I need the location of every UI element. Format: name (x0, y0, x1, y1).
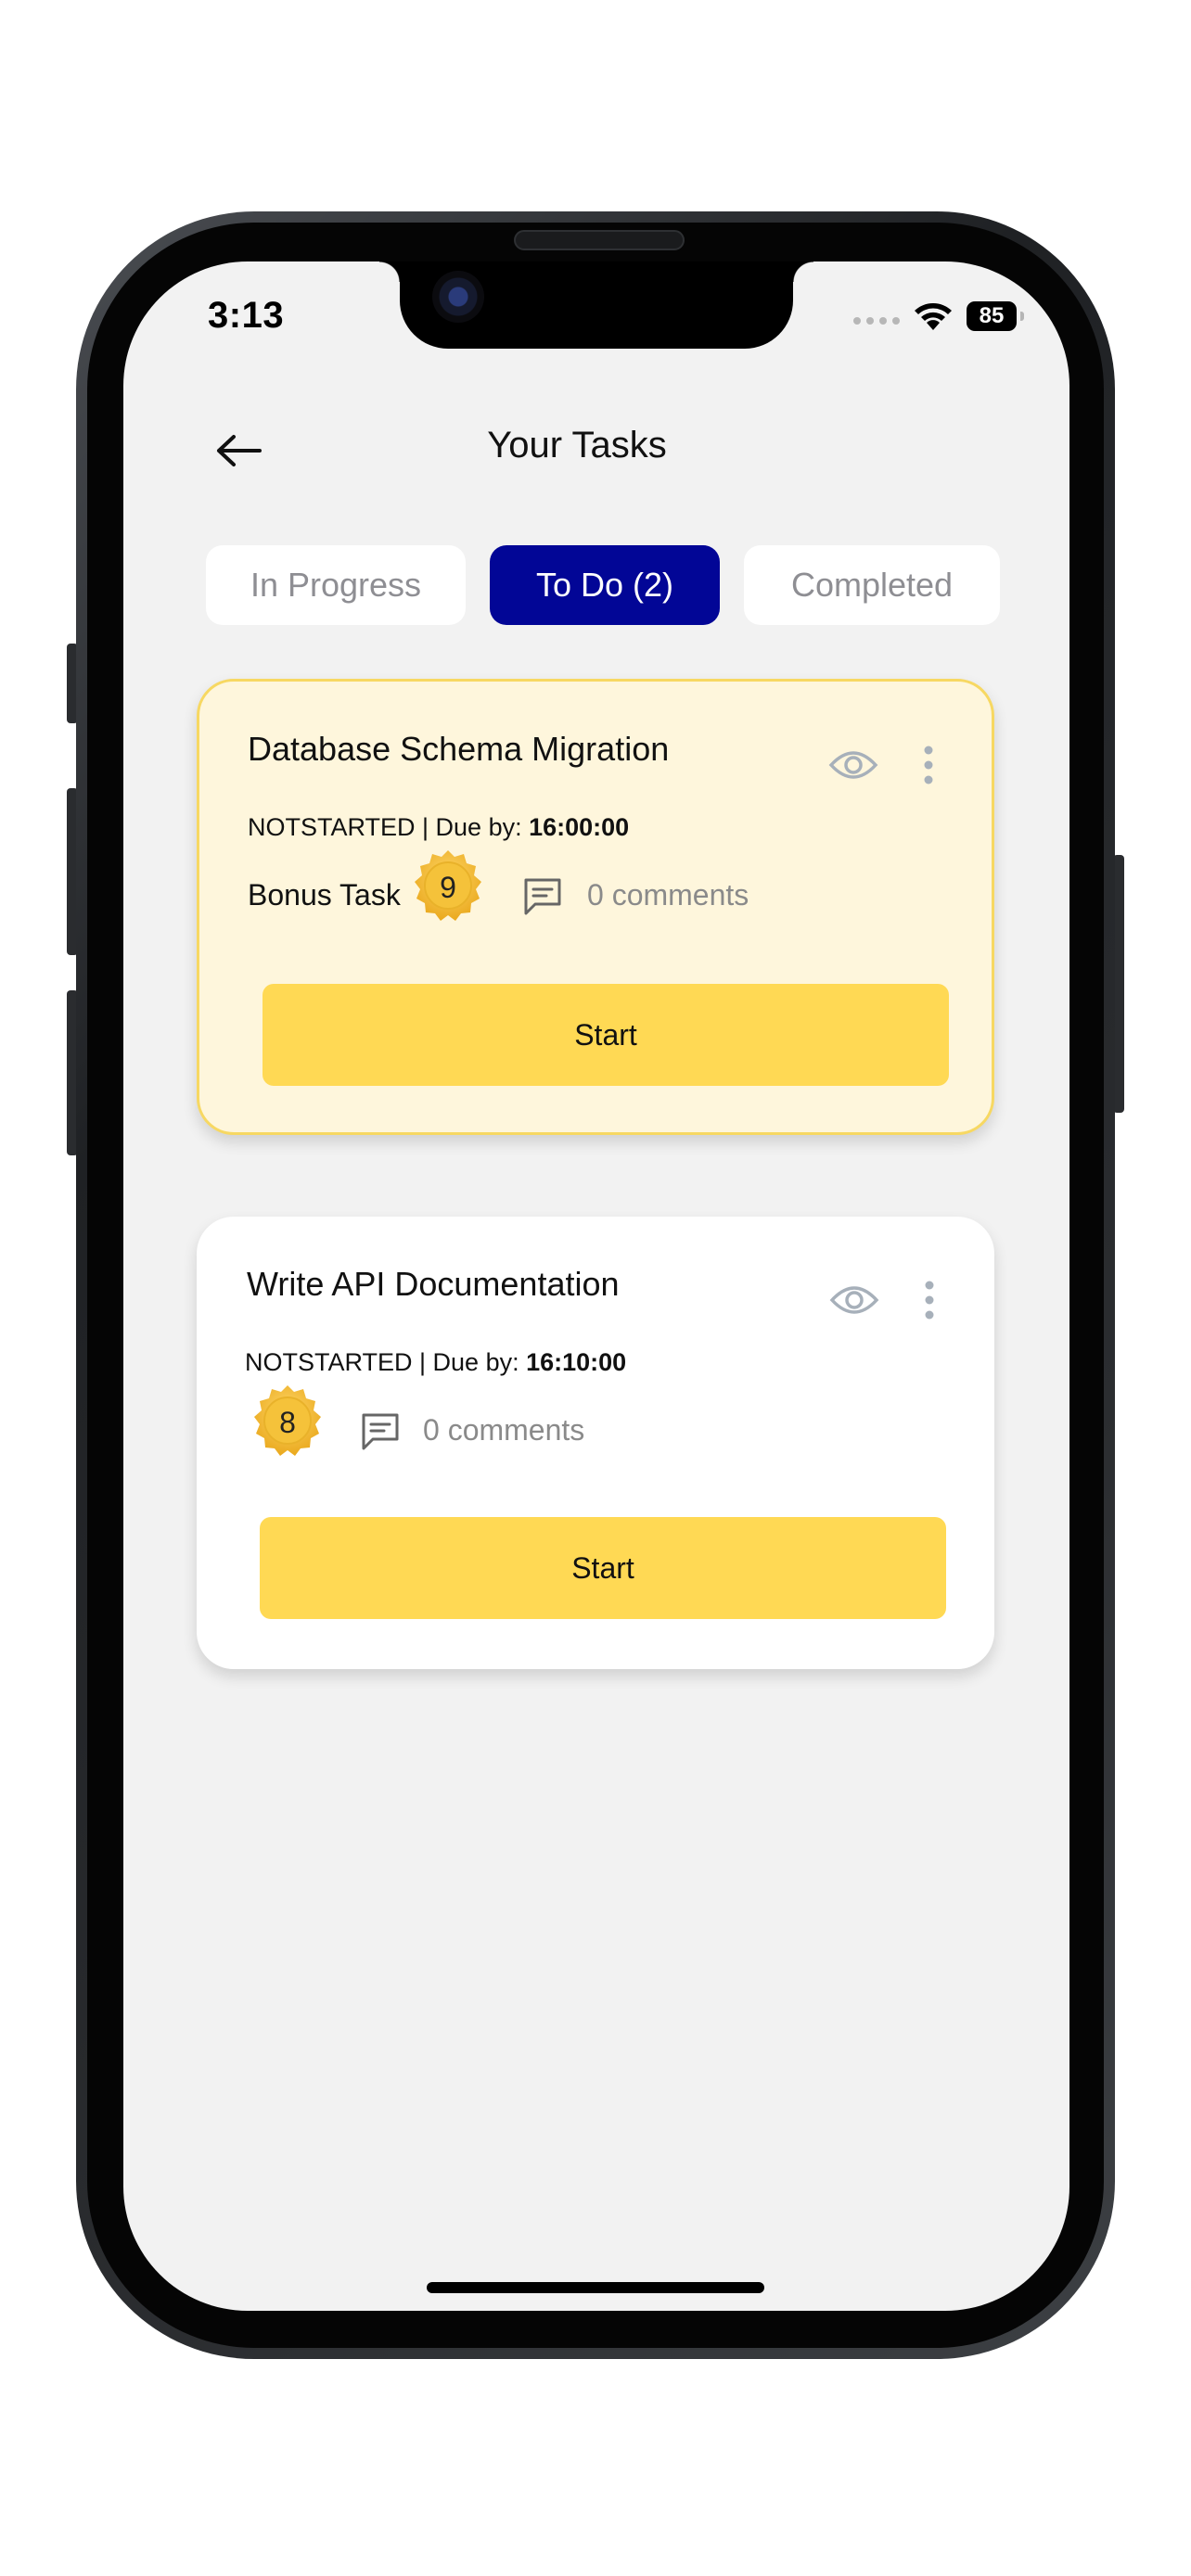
earpiece-speaker (514, 230, 685, 250)
start-button[interactable]: Start (260, 1517, 946, 1619)
wifi-icon (915, 303, 952, 330)
page-title: Your Tasks (487, 425, 667, 465)
battery-icon: 85 (967, 301, 1024, 331)
tab-completed[interactable]: Completed (744, 545, 1000, 625)
comments-count[interactable]: 0 comments (587, 878, 749, 912)
task-meta: NOTSTARTED | Due by: 16:10:00 (245, 1348, 626, 1377)
comment-icon[interactable] (522, 876, 563, 917)
points-value: 9 (440, 870, 456, 904)
status-icons: 85 (853, 300, 1024, 332)
task-status: NOTSTARTED (245, 1348, 413, 1376)
comments-count[interactable]: 0 comments (423, 1413, 584, 1447)
due-time: 16:10:00 (526, 1348, 627, 1376)
start-button[interactable]: Start (263, 984, 949, 1086)
status-time: 3:13 (208, 295, 285, 336)
comment-icon[interactable] (360, 1411, 401, 1452)
task-card[interactable]: Write API Documentation NOTSTARTED | Due… (197, 1217, 994, 1669)
more-options-icon[interactable] (920, 1280, 939, 1320)
eye-icon[interactable] (829, 1282, 879, 1319)
home-indicator[interactable] (427, 2282, 764, 2293)
task-meta: NOTSTARTED | Due by: 16:00:00 (248, 813, 629, 842)
more-options-icon[interactable] (919, 745, 938, 785)
points-value: 8 (279, 1405, 296, 1439)
bonus-task-label: Bonus Task (248, 878, 401, 912)
tab-to-do[interactable]: To Do (2) (490, 545, 720, 625)
due-label: | Due by: (415, 813, 530, 841)
tab-in-progress[interactable]: In Progress (206, 545, 466, 625)
due-label: | Due by: (412, 1348, 527, 1376)
task-card[interactable]: Database Schema Migration NOTSTARTED | D… (197, 679, 994, 1135)
page: 3:13 85 Your Tasks In Progress To Do (2)… (0, 0, 1191, 2576)
back-button[interactable] (206, 423, 271, 478)
eye-icon[interactable] (828, 746, 878, 784)
task-status: NOTSTARTED (248, 813, 416, 841)
task-title: Write API Documentation (247, 1265, 620, 1303)
cellular-signal-icon (853, 317, 900, 325)
points-badge: 9 (409, 848, 487, 926)
due-time: 16:00:00 (529, 813, 630, 841)
front-camera (432, 271, 484, 323)
task-title: Database Schema Migration (248, 730, 670, 768)
arrow-left-icon (217, 435, 262, 466)
points-badge: 8 (249, 1384, 327, 1461)
